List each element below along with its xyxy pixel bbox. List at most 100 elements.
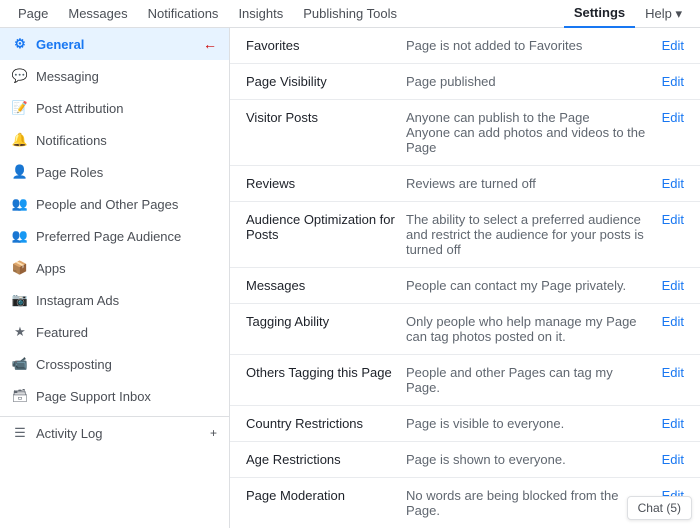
setting-name-page-moderation: Page Moderation [246, 488, 406, 503]
edit-link-tagging-ability[interactable]: Edit [662, 314, 684, 329]
edit-link-country-restrictions[interactable]: Edit [662, 416, 684, 431]
setting-name-reviews: Reviews [246, 176, 406, 191]
setting-value-visitor-posts: Anyone can publish to the PageAnyone can… [406, 110, 654, 155]
sidebar-label-general: General [36, 37, 195, 52]
setting-action-tagging-ability[interactable]: Edit [654, 314, 684, 329]
sidebar-item-page-support[interactable]: 🗃 Page Support Inbox [0, 380, 229, 412]
setting-value-reviews: Reviews are turned off [406, 176, 654, 191]
setting-action-others-tagging[interactable]: Edit [654, 365, 684, 380]
edit-link-messages[interactable]: Edit [662, 278, 684, 293]
sidebar-item-activity-log[interactable]: ☰ Activity Log + [0, 416, 229, 449]
sidebar-item-crossposting[interactable]: 📹 Crossposting [0, 348, 229, 380]
setting-tagging-ability: Tagging Ability Only people who help man… [230, 304, 700, 355]
edit-link-others-tagging[interactable]: Edit [662, 365, 684, 380]
setting-page-visibility: Page Visibility Page published Edit [230, 64, 700, 100]
edit-link-page-visibility[interactable]: Edit [662, 74, 684, 89]
sidebar-item-messaging[interactable]: 💬 Messaging [0, 60, 229, 92]
setting-name-favorites: Favorites [246, 38, 406, 53]
sidebar-label-page-support: Page Support Inbox [36, 389, 217, 404]
setting-action-age-restrictions[interactable]: Edit [654, 452, 684, 467]
apps-icon: 📦 [12, 260, 28, 276]
page-roles-icon: 👤 [12, 164, 28, 180]
gear-icon: ⚙ [12, 36, 28, 52]
instagram-icon: 📷 [12, 292, 28, 308]
top-navigation: Page Messages Notifications Insights Pub… [0, 0, 700, 28]
sidebar-label-page-roles: Page Roles [36, 165, 217, 180]
setting-audience-optimization: Audience Optimization for Posts The abil… [230, 202, 700, 268]
sidebar-label-instagram-ads: Instagram Ads [36, 293, 217, 308]
setting-value-favorites: Page is not added to Favorites [406, 38, 654, 53]
sidebar-label-preferred-audience: Preferred Page Audience [36, 229, 217, 244]
setting-value-tagging-ability: Only people who help manage my Page can … [406, 314, 654, 344]
setting-name-page-visibility: Page Visibility [246, 74, 406, 89]
nav-insights[interactable]: Insights [228, 0, 293, 28]
edit-link-visitor-posts[interactable]: Edit [662, 110, 684, 125]
sidebar-item-featured[interactable]: ★ Featured [0, 316, 229, 348]
edit-link-favorites[interactable]: Edit [662, 38, 684, 53]
preferred-audience-icon: 👥 [12, 228, 28, 244]
sidebar: ⚙ General ← 💬 Messaging 📝 Post Attributi… [0, 28, 230, 528]
setting-value-country-restrictions: Page is visible to everyone. [406, 416, 654, 431]
sidebar-label-people-other-pages: People and Other Pages [36, 197, 217, 212]
sidebar-item-apps[interactable]: 📦 Apps [0, 252, 229, 284]
setting-action-page-visibility[interactable]: Edit [654, 74, 684, 89]
setting-name-country-restrictions: Country Restrictions [246, 416, 406, 431]
sidebar-label-apps: Apps [36, 261, 217, 276]
setting-value-audience-optimization: The ability to select a preferred audien… [406, 212, 654, 257]
nav-publishing-tools[interactable]: Publishing Tools [293, 0, 407, 28]
sidebar-item-general[interactable]: ⚙ General ← [0, 28, 229, 60]
nav-notifications[interactable]: Notifications [138, 0, 229, 28]
sidebar-label-messaging: Messaging [36, 69, 217, 84]
edit-link-audience-optimization[interactable]: Edit [662, 212, 684, 227]
support-icon: 🗃 [12, 388, 28, 404]
sidebar-item-instagram-ads[interactable]: 📷 Instagram Ads [0, 284, 229, 316]
sidebar-label-activity-log: Activity Log [36, 426, 202, 441]
setting-messages: Messages People can contact my Page priv… [230, 268, 700, 304]
setting-name-tagging-ability: Tagging Ability [246, 314, 406, 329]
settings-content: Favorites Page is not added to Favorites… [230, 28, 700, 528]
activity-log-icon: ☰ [12, 425, 28, 441]
post-attribution-icon: 📝 [12, 100, 28, 116]
setting-action-audience-optimization[interactable]: Edit [654, 212, 684, 227]
setting-action-country-restrictions[interactable]: Edit [654, 416, 684, 431]
setting-name-others-tagging: Others Tagging this Page [246, 365, 406, 380]
sidebar-item-page-roles[interactable]: 👤 Page Roles [0, 156, 229, 188]
setting-action-messages[interactable]: Edit [654, 278, 684, 293]
setting-value-page-moderation: No words are being blocked from the Page… [406, 488, 654, 518]
setting-country-restrictions: Country Restrictions Page is visible to … [230, 406, 700, 442]
setting-value-others-tagging: People and other Pages can tag my Page. [406, 365, 654, 395]
setting-favorites: Favorites Page is not added to Favorites… [230, 28, 700, 64]
setting-action-reviews[interactable]: Edit [654, 176, 684, 191]
sidebar-item-post-attribution[interactable]: 📝 Post Attribution [0, 92, 229, 124]
messaging-icon: 💬 [12, 68, 28, 84]
activity-log-expand[interactable]: + [210, 426, 217, 440]
setting-name-visitor-posts: Visitor Posts [246, 110, 406, 125]
nav-settings[interactable]: Settings [564, 0, 635, 28]
crossposting-icon: 📹 [12, 356, 28, 372]
setting-value-age-restrictions: Page is shown to everyone. [406, 452, 654, 467]
nav-messages[interactable]: Messages [58, 0, 137, 28]
sidebar-label-notifications: Notifications [36, 133, 217, 148]
setting-action-favorites[interactable]: Edit [654, 38, 684, 53]
star-icon: ★ [12, 324, 28, 340]
setting-age-restrictions: Age Restrictions Page is shown to everyo… [230, 442, 700, 478]
setting-name-audience-optimization: Audience Optimization for Posts [246, 212, 406, 242]
sidebar-item-preferred-audience[interactable]: 👥 Preferred Page Audience [0, 220, 229, 252]
setting-value-page-visibility: Page published [406, 74, 654, 89]
sidebar-item-notifications[interactable]: 🔔 Notifications [0, 124, 229, 156]
nav-page[interactable]: Page [8, 0, 58, 28]
edit-link-reviews[interactable]: Edit [662, 176, 684, 191]
setting-action-visitor-posts[interactable]: Edit [654, 110, 684, 125]
sidebar-item-people-other-pages[interactable]: 👥 People and Other Pages [0, 188, 229, 220]
sidebar-label-post-attribution: Post Attribution [36, 101, 217, 116]
setting-others-tagging: Others Tagging this Page People and othe… [230, 355, 700, 406]
setting-name-age-restrictions: Age Restrictions [246, 452, 406, 467]
arrow-indicator: ← [203, 36, 217, 52]
sidebar-label-featured: Featured [36, 325, 217, 340]
setting-name-messages: Messages [246, 278, 406, 293]
nav-help[interactable]: Help ▾ [635, 0, 692, 28]
setting-value-messages: People can contact my Page privately. [406, 278, 654, 293]
notifications-icon: 🔔 [12, 132, 28, 148]
chat-button[interactable]: Chat (5) [627, 496, 692, 520]
edit-link-age-restrictions[interactable]: Edit [662, 452, 684, 467]
